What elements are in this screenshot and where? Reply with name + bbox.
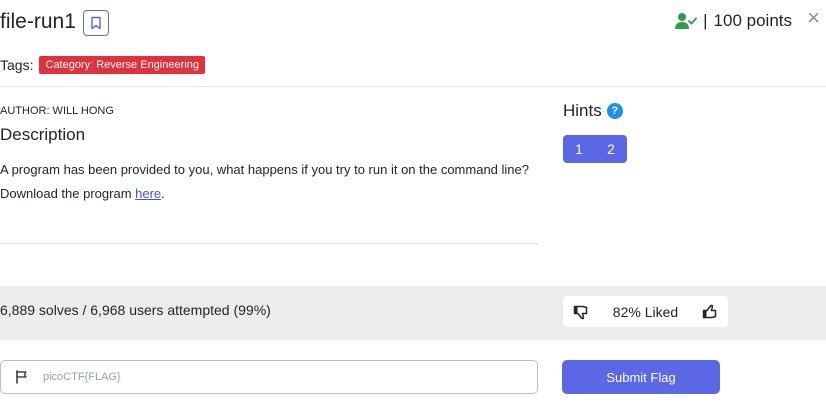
- category-tag[interactable]: Category: Reverse Engineering: [39, 56, 205, 74]
- description-text: A program has been provided to you, what…: [0, 162, 529, 177]
- hint-1-button[interactable]: 1: [563, 135, 595, 163]
- points-display: | 100 points: [675, 10, 792, 32]
- liked-percentage: 82% Liked: [612, 303, 679, 320]
- hints-title: Hints: [563, 101, 602, 120]
- close-icon[interactable]: ×: [807, 6, 820, 30]
- tags-label: Tags:: [0, 57, 34, 73]
- challenge-title: file-run1: [0, 10, 76, 33]
- tags-row: Tags: Category: Reverse Engineering: [0, 56, 205, 74]
- header-divider: [0, 86, 826, 87]
- hints-header: Hints ?: [563, 101, 623, 121]
- download-prefix: Download the program: [0, 186, 136, 201]
- submit-flag-button[interactable]: Submit Flag: [562, 360, 720, 394]
- hints-button-group: 1 2: [563, 135, 627, 163]
- bookmark-button[interactable]: [83, 10, 109, 36]
- flag-input[interactable]: [43, 371, 503, 383]
- flag-field[interactable]: [0, 360, 538, 394]
- thumbs-up-icon[interactable]: [702, 304, 718, 320]
- description-body: A program has been provided to you, what…: [0, 158, 535, 206]
- user-check-icon: [675, 13, 698, 29]
- download-suffix: .: [161, 186, 165, 201]
- likes-box: 82% Liked: [563, 296, 728, 327]
- flag-icon: [16, 370, 27, 384]
- bookmark-icon: [91, 16, 101, 30]
- help-icon[interactable]: ?: [606, 103, 623, 119]
- description-divider: [0, 243, 538, 244]
- points-value: 100 points: [713, 11, 792, 30]
- challenge-panel: file-run1 | 100 points × Tags: Category:…: [0, 0, 826, 403]
- download-link[interactable]: here: [135, 186, 161, 201]
- thumbs-down-icon[interactable]: [573, 304, 589, 320]
- hint-2-button[interactable]: 2: [595, 135, 627, 163]
- author-line: AUTHOR: WILL HONG: [0, 105, 114, 117]
- download-line: Download the program here.: [0, 182, 535, 206]
- points-separator: |: [703, 11, 708, 30]
- description-heading: Description: [0, 125, 86, 144]
- solves-stats: 6,889 solves / 6,968 users attempted (99…: [0, 302, 271, 318]
